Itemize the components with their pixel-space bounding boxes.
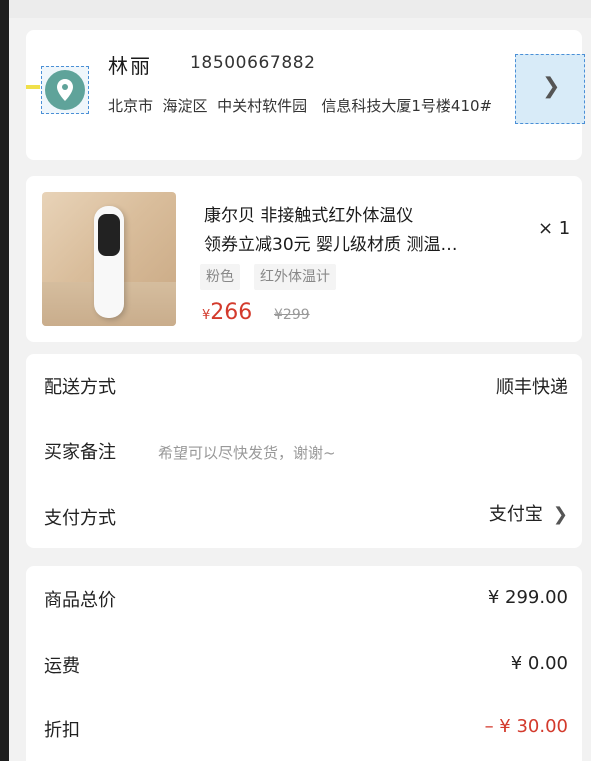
pointer-indicator [26, 85, 40, 89]
payment-label: 支付方式 [44, 508, 116, 529]
top-bar [9, 0, 591, 18]
product-title-line1: 康尔贝 非接触式红外体温仪 [204, 206, 414, 226]
discount-label: 折扣 [44, 720, 80, 741]
address-arrow-button[interactable]: ❯ [515, 54, 585, 124]
payment-selector[interactable]: 支付宝 ❯ [489, 500, 568, 526]
product-title: 康尔贝 非接触式红外体温仪 领券立减30元 婴儿级材质 测温… [204, 202, 524, 260]
location-pin-icon [45, 70, 85, 110]
product-image [42, 192, 176, 326]
remark-input[interactable]: 希望可以尽快发货，谢谢~ [158, 442, 336, 463]
product-tag-type: 红外体温计 [254, 264, 336, 290]
chevron-right-icon: ❯ [542, 74, 561, 99]
product-card: 康尔贝 非接触式红外体温仪 领券立减30元 婴儿级材质 测温… × 1 粉色 红… [26, 176, 582, 342]
total-price-value: ¥ 299.00 [487, 587, 568, 608]
window-edge [0, 0, 9, 761]
location-icon-wrapper [41, 66, 89, 114]
product-quantity: × 1 [538, 218, 571, 239]
delivery-value[interactable]: 顺丰快递 [496, 373, 568, 399]
cost-summary-card: 商品总价 ¥ 299.00 运费 ¥ 0.00 折扣 – ¥ 30.00 [26, 566, 582, 761]
shipping-label: 运费 [44, 656, 80, 677]
remark-label: 买家备注 [44, 442, 116, 463]
product-original-price: ¥299 [274, 307, 310, 323]
total-price-label: 商品总价 [44, 590, 116, 611]
order-info-card: 配送方式 顺丰快递 买家备注 希望可以尽快发货，谢谢~ 支付方式 支付宝 ❯ [26, 354, 582, 548]
payment-value: 支付宝 [488, 504, 543, 525]
product-price: ¥266 [202, 300, 252, 325]
recipient-phone: 18500667882 [190, 53, 316, 73]
chevron-right-icon: ❯ [552, 504, 568, 525]
discount-value: – ¥ 30.00 [484, 716, 568, 737]
recipient-address: 北京市 海淀区 中关村软件园 信息科技大厦1号楼410# [108, 97, 493, 115]
address-card[interactable]: 林丽 18500667882 北京市 海淀区 中关村软件园 信息科技大厦1号楼4… [26, 30, 585, 160]
price-value: 266 [210, 300, 253, 325]
product-title-line2: 领券立减30元 婴儿级材质 测温… [204, 235, 458, 255]
recipient-name: 林丽 [108, 54, 152, 78]
delivery-label: 配送方式 [44, 377, 116, 398]
shipping-value: ¥ 0.00 [510, 653, 568, 674]
product-tag-color: 粉色 [200, 264, 240, 290]
thermometer-image [94, 206, 124, 318]
order-confirm-screen: 林丽 18500667882 北京市 海淀区 中关村软件园 信息科技大厦1号楼4… [9, 0, 591, 761]
